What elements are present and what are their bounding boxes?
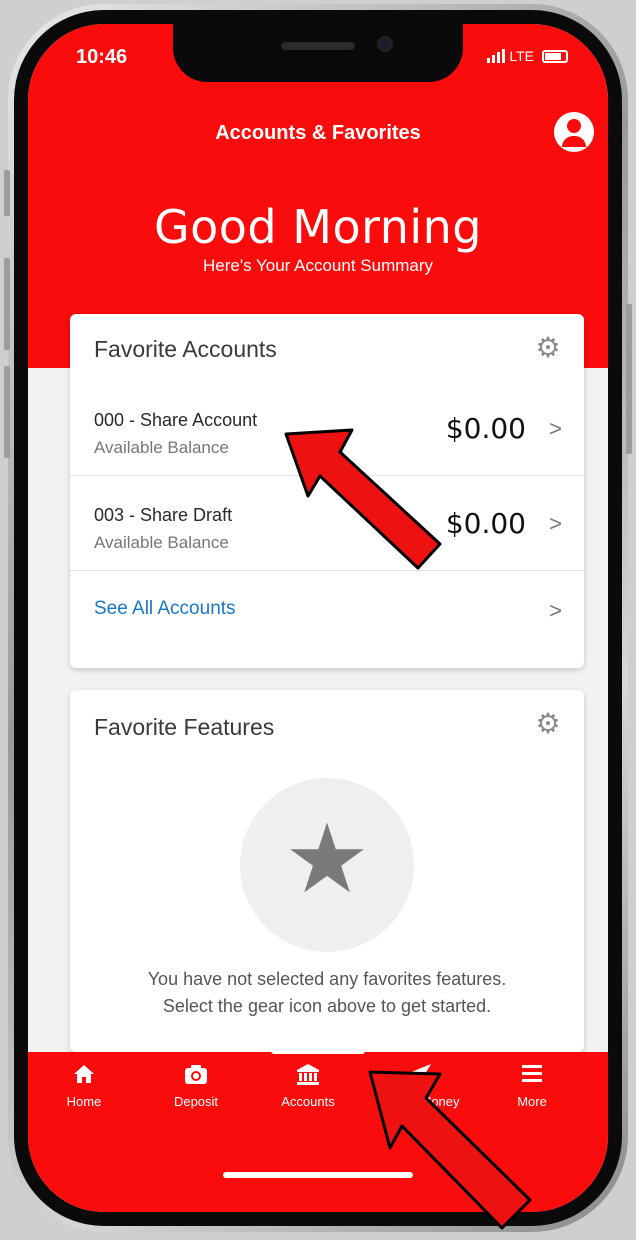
chevron-right-icon: > (549, 511, 562, 536)
page-title: Accounts & Favorites (215, 122, 421, 144)
battery-icon (542, 49, 568, 63)
empty-state-message: You have not selected any favorites feat… (70, 966, 584, 1020)
tab-bar-handle (271, 1048, 365, 1054)
profile-icon[interactable] (554, 112, 594, 152)
account-balance: $0.00 (445, 507, 526, 540)
see-all-accounts-link[interactable]: See All Accounts (94, 598, 236, 620)
camera-icon (156, 1062, 236, 1092)
chevron-right-icon: > (549, 416, 562, 441)
greeting-heading: Good Morning (154, 200, 482, 254)
app-screen: 10:46 LTE Accounts & Favorites Good Morn… (28, 24, 608, 1212)
phone-frame: 10:46 LTE Accounts & Favorites Good Morn… (4, 4, 632, 1232)
tab-accounts[interactable]: Accounts (268, 1062, 348, 1109)
status-indicators: LTE (487, 48, 568, 64)
speaker-grille (281, 42, 355, 50)
power-button (626, 304, 632, 454)
silent-switch (4, 170, 10, 216)
signal-icon (487, 49, 506, 63)
status-time: 10:46 (76, 46, 128, 68)
front-camera (377, 36, 393, 52)
phone-notch (173, 24, 463, 82)
account-name: 000 - Share Account (94, 410, 258, 430)
tab-label: Home (66, 1094, 102, 1109)
empty-state-line: You have not selected any favorites feat… (147, 969, 507, 989)
tab-label: Accounts (281, 1094, 335, 1109)
account-name: 003 - Share Draft (94, 505, 233, 525)
greeting-subtitle: Here's Your Account Summary (202, 256, 434, 275)
tab-home[interactable]: Home (44, 1062, 124, 1109)
network-label: LTE (509, 48, 534, 64)
bank-icon (268, 1062, 348, 1092)
empty-state-line: Select the gear icon above to get starte… (162, 996, 492, 1016)
account-balance-label: Available Balance (94, 533, 229, 552)
empty-state-illustration: ★ (240, 778, 414, 952)
tab-label: Deposit (173, 1094, 219, 1109)
tab-deposit[interactable]: Deposit (156, 1062, 236, 1109)
gear-icon[interactable]: ⚙ (534, 334, 562, 362)
favorite-accounts-title: Favorite Accounts (94, 336, 277, 362)
annotation-arrow-accounts-row (284, 428, 442, 570)
home-icon (44, 1062, 124, 1092)
star-icon: ★ (283, 806, 371, 913)
volume-up-button (4, 258, 10, 350)
account-balance-label: Available Balance (94, 438, 229, 457)
account-balance: $0.00 (445, 412, 526, 445)
favorite-features-card: Favorite Features ⚙ ★ You have not selec… (70, 690, 584, 1052)
chevron-right-icon[interactable]: > (549, 598, 562, 624)
favorite-features-title: Favorite Features (94, 714, 275, 740)
annotation-arrow-accounts-tab (368, 1070, 532, 1230)
gear-icon[interactable]: ⚙ (534, 710, 562, 738)
volume-down-button (4, 366, 10, 458)
